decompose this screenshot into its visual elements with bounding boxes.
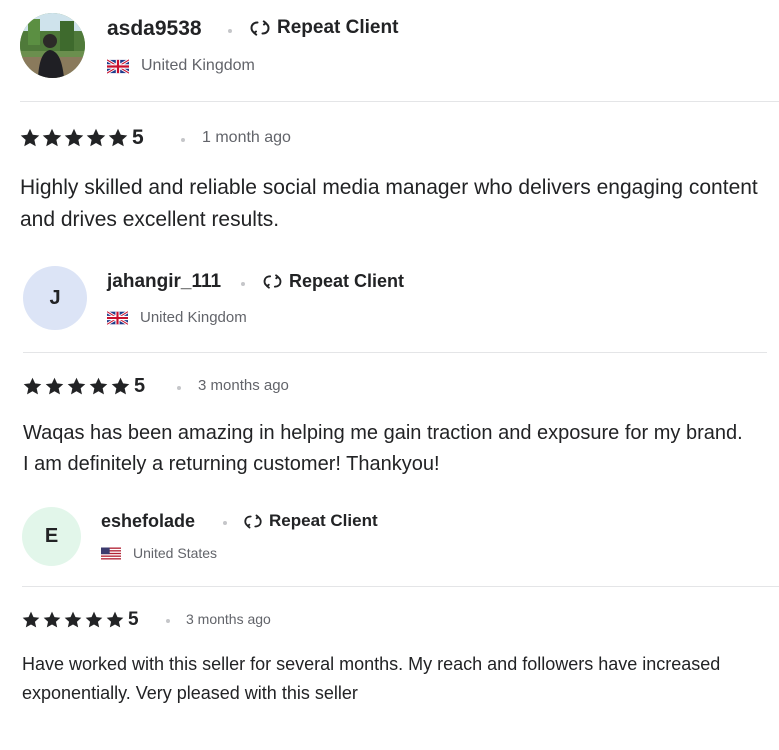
star-icon [43,611,61,629]
review-item: E eshefolade Repeat Client United States… [0,0,779,720]
star-icon [22,611,40,629]
separator-dot [223,521,227,525]
country-name: United States [133,545,218,561]
star-rating: 5 [22,609,139,631]
us-flag-icon [101,547,121,560]
review-time: 3 months ago [186,611,271,627]
separator-dot [166,619,170,623]
avatar-initial: E [44,525,59,547]
divider [22,586,779,587]
username[interactable]: eshefolade [101,511,195,532]
star-icon [85,611,103,629]
review-text: Have worked with this seller for several… [22,654,721,703]
rating-score: 5 [128,609,139,630]
star-icon [106,611,124,629]
star-icon [64,611,82,629]
repeat-client-label: Repeat Client [269,511,378,530]
repeat-client-badge: Repeat Client [243,511,378,531]
country: United States [101,545,217,561]
avatar[interactable]: E [22,507,81,566]
repeat-icon [243,514,263,529]
